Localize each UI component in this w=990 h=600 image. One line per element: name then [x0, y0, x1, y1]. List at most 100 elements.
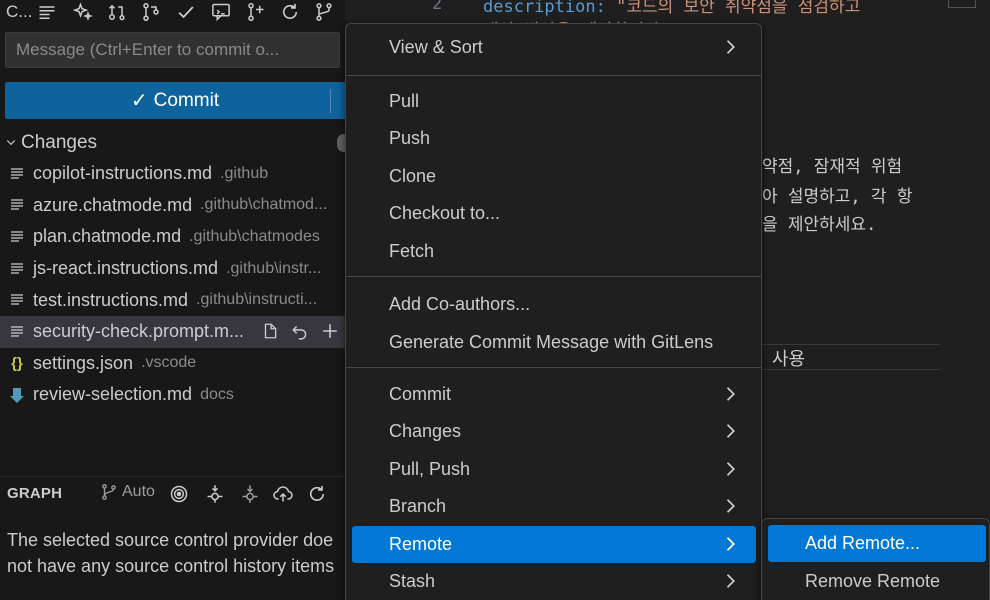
changes-section-header[interactable]: Changes — [0, 130, 345, 156]
table-cell: 사용 — [772, 349, 806, 369]
code-line: 아 설명하고, 각 항 — [762, 187, 913, 207]
minimap[interactable] — [948, 0, 976, 8]
file-lines-icon — [9, 324, 25, 340]
file-lines-icon — [9, 261, 25, 277]
commit-button-label: Commit — [153, 89, 220, 111]
pull-icon[interactable] — [239, 483, 261, 505]
graph-icon[interactable] — [313, 1, 335, 23]
target-icon[interactable] — [168, 483, 190, 505]
table-rule — [762, 369, 940, 370]
file-row[interactable]: js-react.instructions.md .github\instr... — [0, 253, 345, 285]
file-name: security-check.prompt.m... — [33, 321, 245, 342]
list-icon[interactable] — [36, 1, 58, 23]
line-number: 2 — [432, 0, 443, 14]
menu-item-label: Branch — [389, 496, 447, 516]
file-row[interactable]: test.instructions.md .github\instructi... — [0, 284, 345, 316]
submenu-item-add-remote[interactable]: Add Remote... — [768, 525, 986, 562]
chevron-right-icon — [726, 40, 735, 54]
menu-item-label: Pull — [389, 91, 420, 111]
chevron-down-icon — [2, 136, 20, 151]
sparkle-icon[interactable] — [72, 1, 94, 23]
markdown-file-icon — [9, 387, 25, 403]
graph-empty-message: The selected source control provider doe… — [7, 527, 345, 579]
branch-add-icon[interactable] — [245, 1, 267, 23]
file-name: settings.json — [33, 352, 134, 373]
menu-item-label: Clone — [389, 166, 437, 186]
commit-button[interactable]: ✓ Commit — [5, 82, 345, 119]
commit-message-field[interactable] — [5, 32, 340, 68]
file-row[interactable]: plan.chatmode.md .github\chatmodes — [0, 221, 345, 253]
file-name: plan.chatmode.md — [33, 226, 182, 247]
discard-changes-icon[interactable] — [289, 320, 311, 342]
menu-item-view-sort[interactable]: View & Sort — [352, 29, 756, 66]
file-row[interactable]: security-check.prompt.m... — [0, 315, 345, 348]
menu-item-label: Pull, Push — [389, 459, 471, 479]
menu-item-label: Generate Commit Message with GitLens — [389, 332, 714, 352]
file-row[interactable]: azure.chatmode.md .github\chatmod... — [0, 190, 345, 222]
file-lines-icon — [9, 292, 25, 308]
changes-label: Changes — [21, 132, 98, 153]
menu-item-changes[interactable]: Changes — [352, 413, 756, 450]
menu-item-commit[interactable]: Commit — [352, 376, 756, 413]
menu-item-branch[interactable]: Branch — [352, 488, 756, 525]
menu-item-clone[interactable]: Clone — [352, 158, 756, 195]
graph-message-line: not have any source control history item… — [7, 556, 335, 576]
cloud-upload-icon[interactable] — [272, 483, 294, 505]
source-control-panel: C... ··· ✓ Commi — [0, 0, 345, 600]
file-name: js-react.instructions.md — [33, 258, 219, 279]
open-file-icon[interactable] — [259, 320, 281, 342]
menu-item-pull-push[interactable]: Pull, Push — [352, 451, 756, 488]
file-row[interactable]: {} settings.json .vscode — [0, 348, 345, 380]
json-file-icon: {} — [11, 354, 23, 372]
branch-compare-icon[interactable] — [140, 1, 162, 23]
file-name: review-selection.md — [33, 384, 193, 405]
yaml-key: description: — [483, 0, 606, 17]
file-row[interactable]: review-selection.md docs — [0, 379, 345, 411]
menu-item-label: View & Sort — [389, 37, 483, 57]
chevron-right-icon — [726, 462, 735, 476]
code-line: description: "코드의 보안 취약점을 점검하고 — [483, 0, 860, 17]
menu-item-label: Changes — [389, 421, 462, 441]
scm-context-menu: View & Sort Pull Push Clone Checkout to... Fe… — [345, 23, 762, 600]
menu-item-pull[interactable]: Pull — [352, 83, 756, 120]
graph-section-header[interactable]: GRAPH Auto — [0, 476, 345, 510]
chevron-right-icon — [726, 387, 735, 401]
menu-item-remote[interactable]: Remote — [352, 526, 756, 563]
file-row[interactable]: copilot-instructions.md .github — [0, 158, 345, 190]
menu-item-generate-commit-message-with-gitlens[interactable]: Generate Commit Message with GitLens — [352, 324, 756, 361]
scm-toolbar: C... ··· — [0, 0, 345, 24]
file-directory: .github\instructi... — [196, 291, 318, 309]
graph-title: GRAPH — [7, 485, 63, 502]
menu-item-label: Remote — [389, 534, 453, 554]
menu-item-label: Push — [389, 128, 431, 148]
menu-separator — [346, 75, 761, 76]
commit-message-input[interactable] — [6, 33, 339, 67]
stage-changes-icon[interactable] — [319, 320, 341, 342]
refresh-icon[interactable] — [279, 1, 301, 23]
menu-separator — [346, 367, 761, 368]
comment-discussion-icon[interactable] — [210, 1, 232, 23]
menu-item-push[interactable]: Push — [352, 120, 756, 157]
commit-dropdown-button[interactable] — [334, 82, 345, 119]
remote-submenu: Add Remote... Remove Remote — [761, 518, 990, 600]
file-name: test.instructions.md — [33, 289, 189, 310]
menu-item-label: Remove Remote — [805, 571, 941, 591]
file-lines-icon — [9, 197, 25, 213]
refresh-icon[interactable] — [306, 483, 328, 505]
file-directory: .github\chatmodes — [189, 227, 320, 245]
check-icon[interactable] — [175, 1, 197, 23]
changed-files-list: copilot-instructions.md .github azure.chat… — [0, 158, 345, 411]
graph-auto-toggle[interactable]: Auto — [100, 483, 155, 501]
menu-item-checkout-to[interactable]: Checkout to... — [352, 195, 756, 232]
pull-request-create-icon[interactable] — [106, 1, 128, 23]
submenu-item-remove-remote[interactable]: Remove Remote — [768, 563, 986, 600]
file-lines-icon — [9, 229, 25, 245]
fetch-icon[interactable] — [204, 483, 226, 505]
file-directory: .github\instr... — [226, 259, 322, 277]
yaml-value: "코드의 보안 취약점을 점검하고 — [616, 0, 861, 17]
menu-item-fetch[interactable]: Fetch — [352, 233, 756, 270]
menu-item-stash[interactable]: Stash — [352, 563, 756, 600]
menu-item-add-co-authors[interactable]: Add Co-authors... — [352, 286, 756, 323]
file-directory: docs — [200, 385, 234, 403]
menu-separator — [346, 276, 761, 277]
